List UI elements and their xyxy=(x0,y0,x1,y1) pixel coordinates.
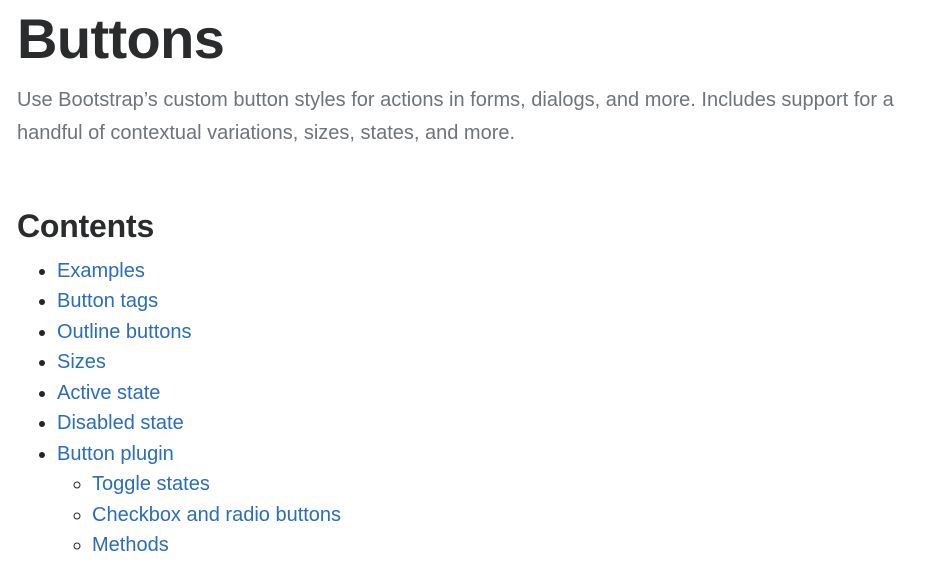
toc-link-checkbox-and-radio-buttons[interactable]: Checkbox and radio buttons xyxy=(92,504,341,526)
page-content: Buttons Use Bootstrap’s custom button st… xyxy=(0,0,947,561)
list-item: Examples xyxy=(57,256,927,287)
toc-link-disabled-state[interactable]: Disabled state xyxy=(57,412,184,434)
page-title: Buttons xyxy=(17,7,225,70)
toc-link-button-tags[interactable]: Button tags xyxy=(57,290,158,312)
list-item: Disabled state xyxy=(57,408,927,439)
toc-link-button-plugin[interactable]: Button plugin xyxy=(57,443,174,465)
contents-heading: Contents xyxy=(17,207,155,244)
table-of-contents-sublist: Toggle states Checkbox and radio buttons… xyxy=(57,469,927,561)
list-item: Methods xyxy=(92,530,927,561)
list-item: Checkbox and radio buttons xyxy=(92,500,927,531)
toc-link-active-state[interactable]: Active state xyxy=(57,382,160,404)
table-of-contents-list: Examples Button tags Outline buttons Siz… xyxy=(17,256,927,561)
documentation-page: Buttons Use Bootstrap’s custom button st… xyxy=(0,0,947,557)
toc-link-toggle-states[interactable]: Toggle states xyxy=(92,473,210,495)
toc-link-outline-buttons[interactable]: Outline buttons xyxy=(57,321,192,343)
list-item: Outline buttons xyxy=(57,317,927,348)
toc-link-methods[interactable]: Methods xyxy=(92,534,169,556)
toc-link-examples[interactable]: Examples xyxy=(57,260,145,282)
page-lead-paragraph: Use Bootstrap’s custom button styles for… xyxy=(17,88,894,144)
list-item: Toggle states xyxy=(92,469,927,500)
list-item: Button tags xyxy=(57,286,927,317)
list-item: Sizes xyxy=(57,347,927,378)
toc-link-sizes[interactable]: Sizes xyxy=(57,351,106,373)
list-item: Active state xyxy=(57,378,927,409)
list-item: Button plugin Toggle states Checkbox and… xyxy=(57,439,927,561)
